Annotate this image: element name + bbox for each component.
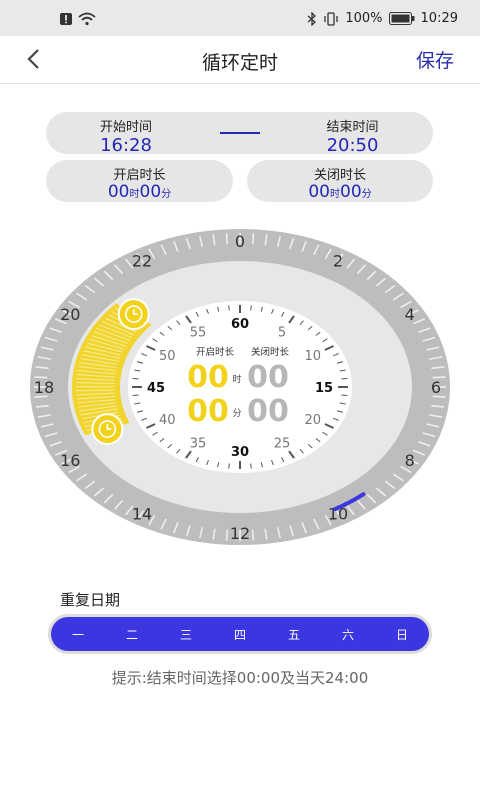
off-duration-label: 关闭时长 <box>313 168 366 183</box>
outer-tick <box>225 529 229 541</box>
minute-label: 15 <box>315 381 333 396</box>
outer-tick <box>225 233 229 245</box>
inner-minutes-unit: 分 <box>232 408 241 419</box>
off-duration-pill[interactable]: 关闭时长 00时00分 <box>247 160 433 202</box>
inner-on-label: 开启时长 <box>196 346 235 358</box>
minute-tick <box>132 377 139 380</box>
minute-label: 10 <box>304 349 321 364</box>
minute-tick <box>250 463 252 469</box>
on-minutes-value: 00 <box>139 182 162 202</box>
minute-tick <box>341 377 348 380</box>
on-hours-value: 00 <box>107 182 130 202</box>
start-handle-clock-icon[interactable] <box>91 413 124 446</box>
inner-on-minutes: 00 <box>187 394 229 429</box>
day-thursday[interactable]: 四 <box>220 626 260 643</box>
hour-label: 14 <box>132 504 152 523</box>
bluetooth-icon <box>307 11 317 26</box>
hour-label: 18 <box>34 378 54 397</box>
day-monday[interactable]: 一 <box>58 626 98 643</box>
battery-icon <box>388 12 415 25</box>
day-saturday[interactable]: 六 <box>328 626 368 643</box>
save-button[interactable]: 保存 <box>416 46 454 73</box>
off-minutes-unit: 分 <box>361 189 372 200</box>
hour-label: 4 <box>405 305 415 324</box>
start-time-value[interactable]: 16:28 <box>46 135 206 156</box>
inner-on-hours: 00 <box>187 360 229 395</box>
minute-tick <box>341 394 348 397</box>
hour-label: 0 <box>235 232 245 251</box>
minute-label: 20 <box>304 413 321 428</box>
repeat-days-bar: 一 二 三 四 五 六 日 <box>48 614 432 654</box>
on-duration-pill[interactable]: 开启时长 00时00分 <box>46 160 233 202</box>
day-tuesday[interactable]: 二 <box>112 626 152 643</box>
time-range-pill[interactable]: 开始时间 16:28 结束时间 20:50 <box>46 112 433 156</box>
minute-label: 30 <box>231 445 249 460</box>
end-time-value[interactable]: 20:50 <box>272 135 433 156</box>
minute-tick <box>132 394 139 397</box>
off-hours-value: 00 <box>308 182 330 202</box>
hint-text: 提示:结束时间选择00:00及当天24:00 <box>111 669 369 687</box>
status-right: 100% 10:29 <box>307 11 458 26</box>
minute-label: 35 <box>190 436 207 451</box>
repeat-days-label: 重复日期 <box>60 591 121 609</box>
arc-texture-line <box>76 389 115 392</box>
timer-dial[interactable]: 0246810121416182022 60510152025303540455… <box>0 220 480 560</box>
minute-label: 25 <box>274 436 291 451</box>
minute-label: 60 <box>231 317 249 332</box>
on-minutes-unit: 分 <box>161 189 172 200</box>
minute-label: 45 <box>147 381 165 396</box>
nav-bar: 循环定时 保存 <box>0 36 480 84</box>
minute-label: 50 <box>159 349 176 364</box>
hour-label: 8 <box>405 451 415 470</box>
minute-tick <box>250 305 252 311</box>
minute-tick <box>228 463 230 469</box>
minute-label: 40 <box>159 413 176 428</box>
inner-hours-unit: 时 <box>232 373 241 385</box>
inner-off-minutes: 00 <box>247 394 289 429</box>
day-wednesday[interactable]: 三 <box>166 626 206 643</box>
time-range-divider <box>220 132 260 134</box>
outer-tick <box>251 529 255 541</box>
page-title: 循环定时 <box>201 52 278 74</box>
end-time-label: 结束时间 <box>326 120 379 135</box>
on-hours-unit: 时 <box>129 189 140 200</box>
hour-label: 12 <box>230 524 250 543</box>
hour-label: 2 <box>333 252 343 271</box>
inner-off-label: 关闭时长 <box>251 346 290 358</box>
status-left <box>60 12 96 26</box>
status-bar: 100% 10:29 <box>0 0 480 36</box>
hour-label: 6 <box>431 378 441 397</box>
outer-tick <box>251 233 255 245</box>
minute-label: 5 <box>278 326 286 341</box>
inner-off-hours: 00 <box>247 360 289 395</box>
start-time-label: 开始时间 <box>99 120 152 135</box>
repeat-days-track: 一 二 三 四 五 六 日 <box>51 617 429 651</box>
status-time: 10:29 <box>420 11 458 26</box>
day-friday[interactable]: 五 <box>274 626 314 643</box>
on-duration-label: 开启时长 <box>113 168 166 183</box>
battery-percent: 100% <box>345 11 383 26</box>
off-minutes-value: 00 <box>340 182 362 202</box>
wifi-icon <box>78 12 96 26</box>
hour-label: 20 <box>60 305 80 324</box>
alert-icon <box>60 13 72 25</box>
day-sunday[interactable]: 日 <box>382 626 422 643</box>
hour-label: 22 <box>132 252 152 271</box>
minute-label: 55 <box>190 326 207 341</box>
hour-label: 16 <box>60 451 80 470</box>
end-handle-clock-icon[interactable] <box>117 298 150 331</box>
minute-tick <box>228 305 230 311</box>
vibrate-icon <box>324 11 339 26</box>
off-hours-unit: 时 <box>330 189 340 200</box>
